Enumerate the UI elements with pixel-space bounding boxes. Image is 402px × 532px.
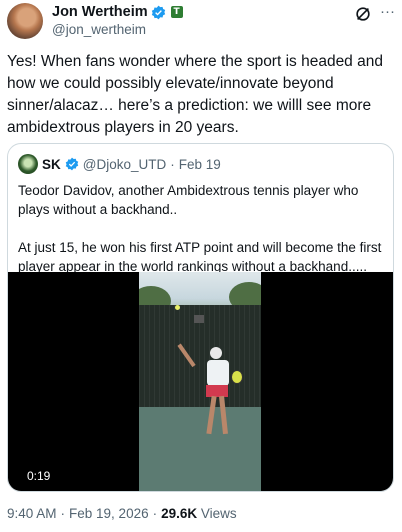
- video-player[interactable]: 0:19: [8, 272, 393, 491]
- meta-separator: ·: [60, 506, 66, 521]
- fence-sign: [194, 315, 204, 323]
- video-duration: 0:19: [24, 468, 54, 484]
- quote-paragraph-1: Teodor Davidov, another Ambidextrous ten…: [18, 183, 359, 217]
- quote-text: Teodor Davidov, another Ambidextrous ten…: [18, 181, 383, 276]
- author-handle[interactable]: @jon_wertheim: [52, 22, 146, 37]
- quote-author-name: SK: [42, 156, 61, 172]
- quote-avatar: [18, 154, 38, 174]
- video-frame: [139, 272, 261, 491]
- verified-badge-icon: [151, 5, 165, 19]
- tweet-time[interactable]: 9:40 AM: [7, 506, 57, 521]
- quote-header: SK @Djoko_UTD · Feb 19: [18, 154, 221, 174]
- court: [139, 407, 261, 491]
- tennis-ball: [175, 305, 180, 310]
- racket: [231, 370, 243, 384]
- tweet-date[interactable]: Feb 19, 2026: [69, 506, 149, 521]
- verified-badge-icon: [65, 157, 79, 171]
- view-count-number: 29.6K: [161, 506, 198, 521]
- quote-author-handle: @Djoko_UTD: [82, 156, 167, 172]
- grok-icon[interactable]: [354, 5, 372, 23]
- tweet-meta: 9:40 AM · Feb 19, 2026 · 29.6K Views: [7, 506, 237, 521]
- player-shorts: [206, 385, 228, 397]
- tweet: Jon Wertheim T @jon_wertheim ··· Yes! Wh…: [0, 0, 402, 532]
- avatar[interactable]: [7, 3, 43, 39]
- meta-separator: ·: [152, 506, 158, 521]
- author-name[interactable]: Jon Wertheim: [52, 4, 148, 20]
- author-row: Jon Wertheim T: [52, 3, 183, 21]
- quoted-tweet[interactable]: SK @Djoko_UTD · Feb 19 Teodor Davidov, a…: [7, 143, 394, 492]
- quote-separator: ·: [170, 156, 175, 172]
- player-shirt: [207, 360, 229, 386]
- more-icon[interactable]: ···: [380, 3, 395, 20]
- view-count-label: Views: [200, 506, 237, 521]
- quote-date: Feb 19: [178, 156, 221, 172]
- tweet-text: Yes! When fans wonder where the sport is…: [7, 53, 383, 136]
- affiliation-badge-icon: T: [170, 6, 183, 18]
- quote-paragraph-2: At just 15, he won his first ATP point a…: [18, 240, 382, 274]
- view-count[interactable]: 29.6K Views: [161, 506, 237, 521]
- player-head: [210, 347, 222, 359]
